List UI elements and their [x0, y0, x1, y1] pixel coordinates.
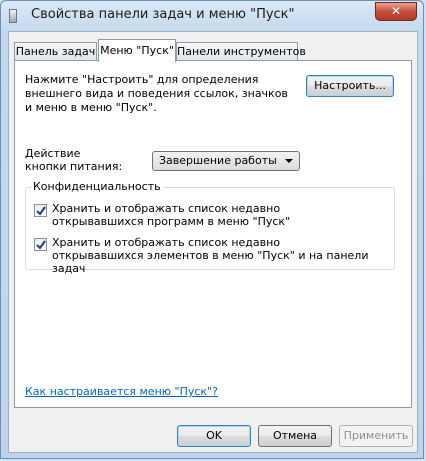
tab-start-menu[interactable]: Меню "Пуск" [98, 39, 176, 62]
start-menu-panel: Нажмите "Настроить" для определения внеш… [14, 60, 412, 408]
tab-toolbars[interactable]: Панели инструментов [176, 42, 306, 60]
power-button-label: Действие кнопки питания: [25, 147, 123, 173]
recent-programs-label: Хранить и отображать список недавно откр… [52, 202, 291, 228]
close-icon: ✕ [390, 4, 402, 18]
title-bar[interactable]: Свойства панели задач и меню "Пуск" ✕ [1, 1, 423, 31]
dialog-client-area: Панель задач Меню "Пуск" Панели инструме… [8, 31, 418, 453]
window-title: Свойства панели задач и меню "Пуск" [31, 7, 295, 22]
close-button[interactable]: ✕ [375, 2, 417, 21]
recent-items-checkbox[interactable] [34, 238, 47, 251]
apply-button[interactable]: Применить [339, 425, 413, 447]
customize-button[interactable]: Настроить... [306, 75, 394, 97]
power-action-dropdown[interactable]: Завершение работы [152, 151, 300, 171]
start-menu-help-link[interactable]: Как настраивается меню "Пуск"? [25, 385, 218, 398]
privacy-group: Конфиденциальность Хранить и отображать … [25, 180, 395, 275]
dropdown-arrow-icon [285, 159, 293, 163]
recent-programs-checkbox[interactable] [34, 204, 47, 217]
customize-description: Нажмите "Настроить" для определения внеш… [25, 73, 288, 114]
privacy-group-title: Конфиденциальность [31, 180, 163, 193]
dialog-window: Свойства панели задач и меню "Пуск" ✕ Па… [0, 0, 424, 459]
ok-button[interactable]: OK [177, 425, 251, 447]
checkmark-icon [36, 240, 46, 250]
taskbar-properties-icon [9, 9, 17, 23]
power-action-value: Завершение работы [159, 154, 277, 167]
checkmark-icon [36, 206, 46, 216]
recent-items-label: Хранить и отображать список недавно откр… [52, 236, 369, 275]
tab-taskbar[interactable]: Панель задач [14, 42, 97, 60]
cancel-button[interactable]: Отмена [258, 425, 332, 447]
